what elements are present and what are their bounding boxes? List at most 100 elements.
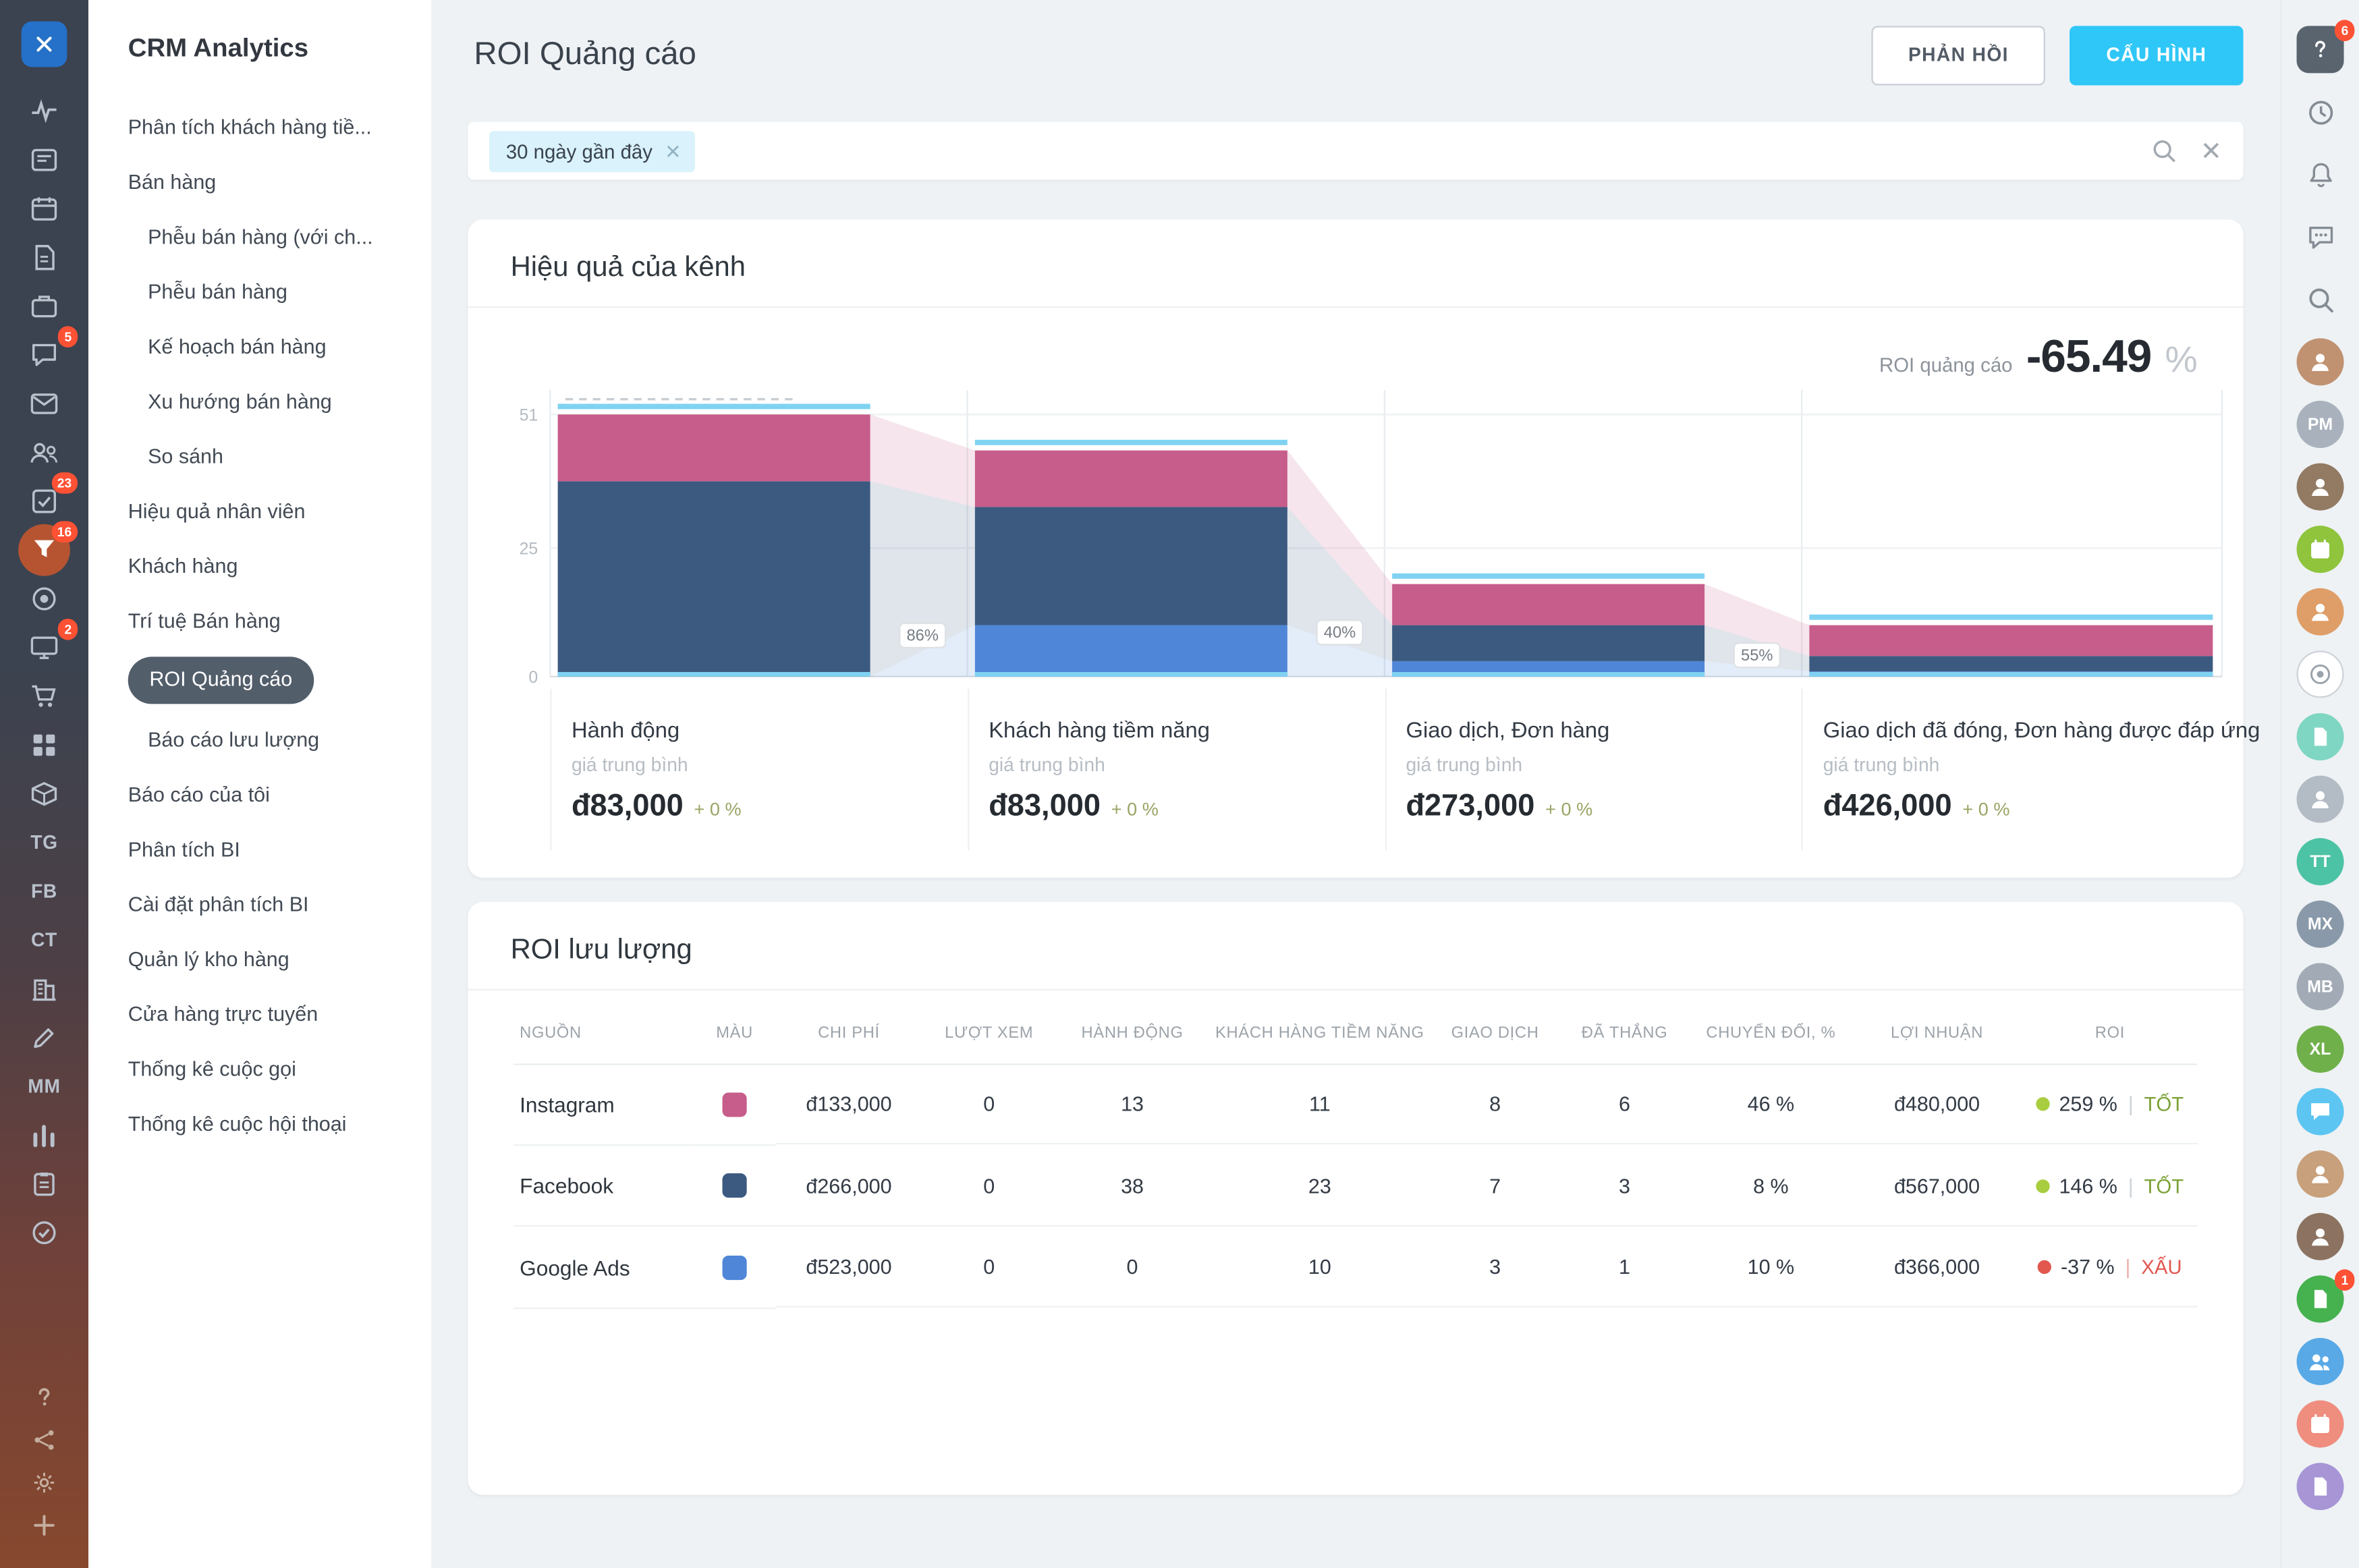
rail-item-tg-channel[interactable]: TG: [22, 820, 67, 866]
svg-text:25: 25: [520, 540, 538, 558]
right-rail-user-avatar[interactable]: [2297, 338, 2344, 385]
rail-item-mm-channel[interactable]: MM: [22, 1063, 67, 1109]
right-rail-helpdesk[interactable]: 6: [2297, 26, 2344, 73]
rail-item-add[interactable]: [24, 1505, 64, 1545]
sidebar-item-11[interactable]: Báo cáo lưu lượng: [88, 713, 431, 768]
rail-item-mail[interactable]: [22, 381, 67, 427]
avatar-initials: XL: [2310, 1040, 2331, 1058]
sidebar-item-9[interactable]: Trí tuệ Bán hàng: [88, 594, 431, 649]
sidebar-item-13[interactable]: Phân tích BI: [88, 823, 431, 878]
sidebar-item-2[interactable]: Phễu bán hàng (với ch...: [88, 211, 431, 265]
conversion-badge: 86%: [899, 623, 945, 648]
rail-item-calendar[interactable]: [22, 186, 67, 232]
sidebar-item-16[interactable]: Cửa hàng trực tuyến: [88, 988, 431, 1042]
rail-item-analytics[interactable]: [22, 1113, 67, 1158]
right-rail-user-avatar[interactable]: MX: [2297, 901, 2344, 948]
right-rail-calendar-app[interactable]: [2297, 1401, 2344, 1448]
sidebar-item-14[interactable]: Cài đặt phân tích BI: [88, 878, 431, 932]
rail-item-company[interactable]: [22, 966, 67, 1012]
right-rail-search[interactable]: [2297, 276, 2344, 323]
sidebar-item-6[interactable]: So sánh: [88, 430, 431, 484]
right-rail-history[interactable]: [2297, 88, 2344, 136]
sidebar-item-5[interactable]: Xu hướng bán hàng: [88, 375, 431, 430]
right-rail-user-avatar[interactable]: [2297, 776, 2344, 823]
clear-filter-icon[interactable]: ✕: [2200, 138, 2222, 163]
sidebar-item-3[interactable]: Phễu bán hàng: [88, 265, 431, 320]
chip-remove-icon[interactable]: ✕: [665, 141, 682, 161]
column-header-3: LƯỢT XEM: [922, 1006, 1056, 1065]
box-icon: [29, 779, 59, 809]
sidebar-item-8[interactable]: Khách hàng: [88, 540, 431, 594]
rail-item-contact-center[interactable]: CT: [22, 918, 67, 963]
sidebar-item-17[interactable]: Thống kê cuộc gọi: [88, 1042, 431, 1097]
right-rail-calendar-app[interactable]: [2297, 526, 2344, 573]
rail-item-network[interactable]: [24, 1420, 64, 1460]
left-rail-bottom: [24, 1376, 64, 1546]
rail-item-employees[interactable]: [22, 430, 67, 476]
rail-item-warehouse[interactable]: [22, 771, 67, 817]
calendarFill-icon: [2307, 536, 2333, 562]
stage-label: Giao dịch đã đóng, Đơn hàng được đáp ứng: [1823, 719, 2260, 744]
sidebar-item-12[interactable]: Báo cáo của tôi: [88, 768, 431, 822]
table-row[interactable]: Facebookđ266,00003823738 %đ567,000146 %|…: [514, 1146, 2198, 1227]
roi-status-dot: [2036, 1098, 2050, 1111]
right-rail-notifications[interactable]: [2297, 151, 2344, 198]
rail-item-marketing[interactable]: [22, 576, 67, 622]
sidebar-item-15[interactable]: Quản lý kho hàng: [88, 932, 431, 987]
right-rail-user-avatar[interactable]: TT: [2297, 838, 2344, 885]
source-name[interactable]: Google Ads: [514, 1228, 694, 1309]
rail-item-sign[interactable]: [22, 1015, 67, 1061]
stage-label: Giao dịch, Đơn hàng: [1406, 719, 1609, 744]
right-rail-app-icon[interactable]: [2297, 1463, 2344, 1510]
rail-item-fb-channel[interactable]: FB: [22, 868, 67, 914]
rail-item-quality[interactable]: [22, 1210, 67, 1256]
right-rail-user-avatar[interactable]: [2297, 1150, 2344, 1198]
right-rail-user-avatar[interactable]: XL: [2297, 1026, 2344, 1073]
table-row[interactable]: Instagramđ133,000013118646 %đ480,000259 …: [514, 1065, 2198, 1146]
rail-item-feed[interactable]: [22, 137, 67, 183]
roi-value: 259 %: [2059, 1093, 2117, 1116]
configure-button[interactable]: CẤU HÌNH: [2070, 25, 2243, 84]
sidebar-item-0[interactable]: Phân tích khách hàng tiề...: [88, 101, 431, 155]
rail-item-automation[interactable]: [22, 723, 67, 768]
filter-chip[interactable]: 30 ngày gần đây ✕: [489, 130, 695, 171]
sidebar-item-4[interactable]: Kế hoạch bán hàng: [88, 320, 431, 374]
rail-item-tasks[interactable]: 23: [22, 478, 67, 524]
right-rail-user-avatar[interactable]: [2297, 1213, 2344, 1260]
right-rail-chat[interactable]: [2297, 213, 2344, 260]
sidebar-item-7[interactable]: Hiệu quả nhân viên: [88, 484, 431, 539]
table-row[interactable]: Google Adsđ523,00000103110 %đ366,000-37 …: [514, 1227, 2198, 1309]
chat-icon: [29, 340, 59, 370]
search-icon[interactable]: [2150, 137, 2177, 165]
rail-item-crm[interactable]: [22, 283, 67, 329]
rail-item-documents[interactable]: [22, 235, 67, 281]
right-rail-app-icon[interactable]: [2297, 650, 2344, 698]
right-rail-user-avatar[interactable]: [2297, 588, 2344, 636]
right-rail-chat-app[interactable]: [2297, 1088, 2344, 1136]
rail-item-online-store[interactable]: [22, 673, 67, 719]
source-name[interactable]: Instagram: [514, 1065, 694, 1146]
rail-item-sites[interactable]: 2: [22, 625, 67, 671]
rail-item-projects[interactable]: [22, 1161, 67, 1207]
menu-close-button[interactable]: [22, 22, 67, 67]
notification-badge: 23: [51, 472, 78, 493]
right-rail-app-icon[interactable]: [2297, 713, 2344, 760]
rail-item-pulse[interactable]: [22, 88, 67, 134]
sidebar-item-10[interactable]: ROI Quảng cáo: [88, 649, 431, 713]
right-rail-app-icon[interactable]: 1: [2297, 1275, 2344, 1322]
right-rail-user-avatar[interactable]: MB: [2297, 963, 2344, 1010]
sidebar-item-18[interactable]: Thống kê cuộc hội thoại: [88, 1097, 431, 1152]
right-rail-people-app[interactable]: [2297, 1338, 2344, 1385]
rail-text-label: MM: [28, 1076, 60, 1098]
feedback-button[interactable]: PHẢN HỒI: [1872, 25, 2045, 84]
roi-cell: 259 %|TỐT: [2022, 1065, 2198, 1144]
sidebar-item-1[interactable]: Bán hàng: [88, 155, 431, 210]
source-name[interactable]: Facebook: [514, 1146, 694, 1227]
rail-item-settings[interactable]: [24, 1463, 64, 1503]
rail-item-sales-funnel[interactable]: 16: [22, 527, 67, 573]
rail-item-support[interactable]: [24, 1378, 64, 1418]
right-rail-user-avatar[interactable]: [2297, 464, 2344, 511]
right-rail-user-avatar[interactable]: PM: [2297, 401, 2344, 448]
rail-item-messenger[interactable]: 5: [22, 332, 67, 378]
filter-search-bar[interactable]: 30 ngày gần đây ✕ ✕: [468, 122, 2243, 180]
